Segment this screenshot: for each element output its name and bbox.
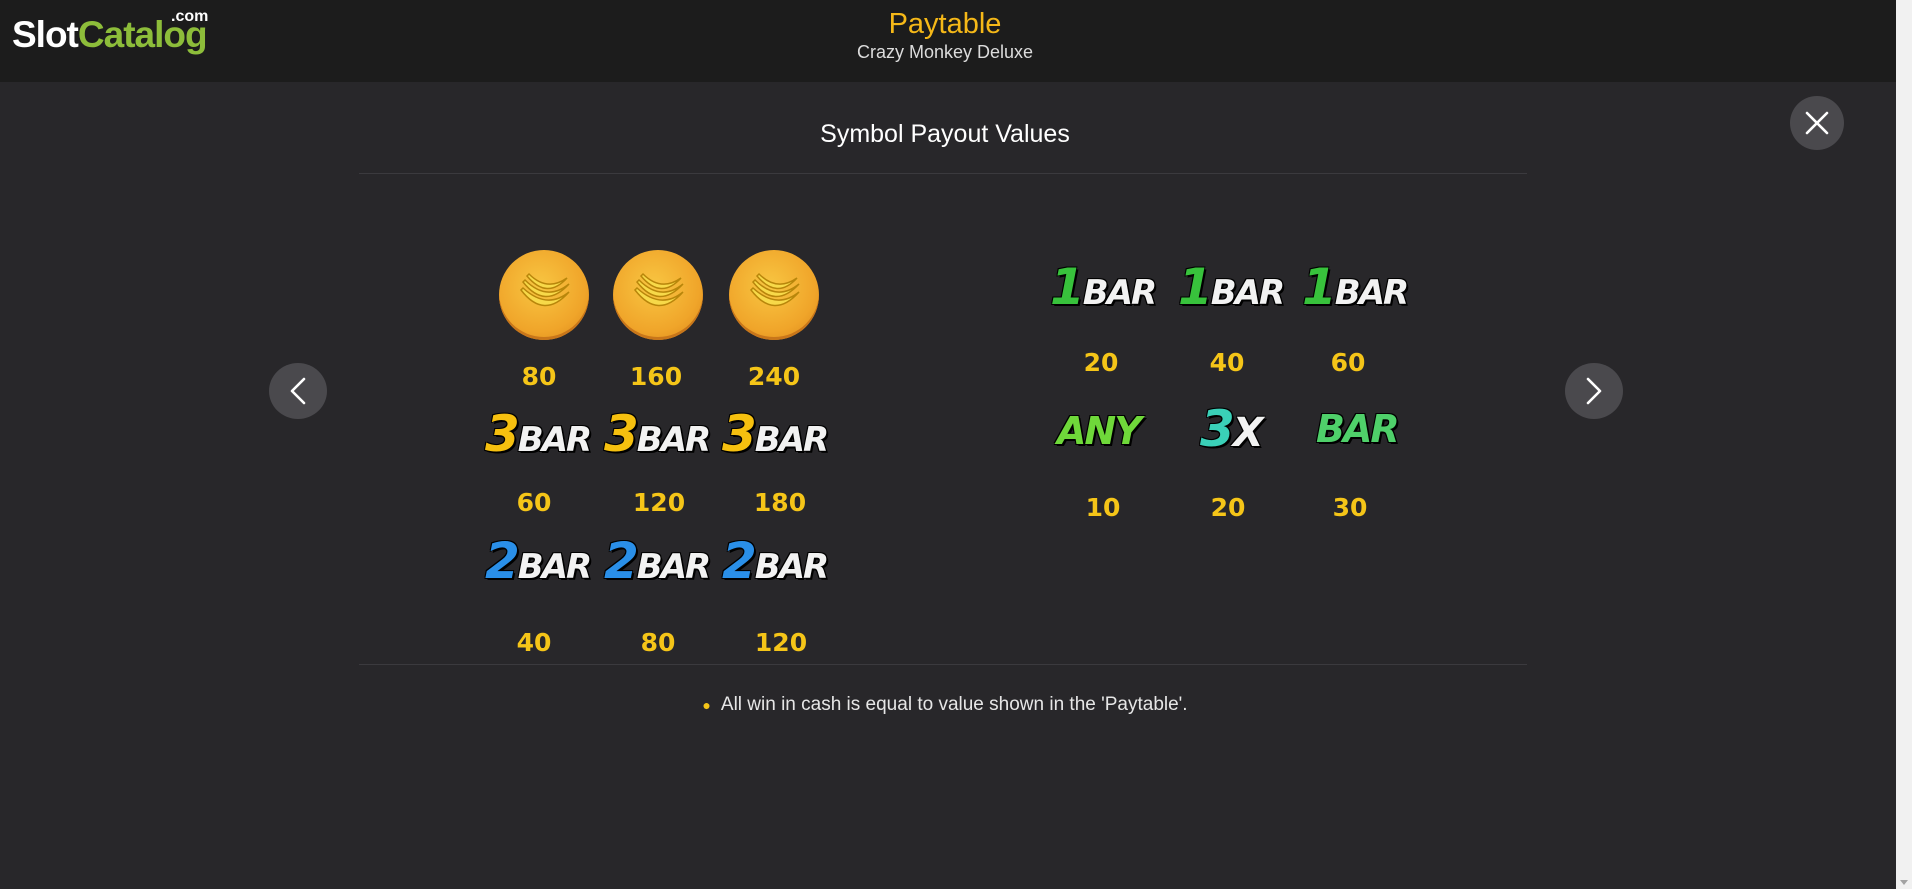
two-bar-symbol: 2BAR bbox=[604, 532, 711, 590]
paytable-note: ● All win in cash is equal to value shown… bbox=[0, 694, 1890, 716]
divider-bottom bbox=[359, 664, 1527, 665]
payout-value: 20 bbox=[1083, 348, 1119, 377]
one-bar-symbol: 1BAR bbox=[1178, 258, 1285, 316]
two-bar-symbol: 2BAR bbox=[722, 532, 829, 590]
three-bar-symbol: 3BAR bbox=[722, 405, 829, 463]
three-bar-symbol: 3BAR bbox=[604, 405, 711, 463]
banana-coin-icon bbox=[499, 250, 589, 340]
payout-value: 180 bbox=[753, 488, 807, 517]
three-bar-symbol: 3BAR bbox=[485, 405, 592, 463]
payout-value: 60 bbox=[516, 488, 552, 517]
bullet-icon: ● bbox=[702, 697, 711, 713]
payout-value: 10 bbox=[1085, 493, 1121, 522]
banana-coin-icon bbox=[613, 250, 703, 340]
payout-value: 30 bbox=[1332, 493, 1368, 522]
one-bar-symbol: 1BAR bbox=[1050, 258, 1157, 316]
payout-value: 80 bbox=[521, 362, 557, 391]
three-x-symbol: 3X bbox=[1200, 400, 1264, 458]
any-bar-combo-symbol: BAR bbox=[1316, 407, 1400, 451]
payout-value: 160 bbox=[629, 362, 683, 391]
prev-page-button[interactable] bbox=[269, 363, 327, 419]
payout-value: 240 bbox=[747, 362, 801, 391]
payout-value: 40 bbox=[516, 628, 552, 657]
section-title: Symbol Payout Values bbox=[820, 120, 1070, 148]
payout-value: 80 bbox=[640, 628, 676, 657]
one-bar-symbol: 1BAR bbox=[1302, 258, 1409, 316]
any-bar-symbol: ANY bbox=[1057, 409, 1142, 453]
note-text: All win in cash is equal to value shown … bbox=[720, 694, 1188, 715]
page-title: Paytable bbox=[888, 8, 1002, 40]
top-bar: .com SlotCatalog Paytable Crazy Monkey D… bbox=[0, 0, 1896, 82]
chevron-right-icon bbox=[1586, 377, 1602, 405]
next-page-button[interactable] bbox=[1565, 363, 1623, 419]
two-bar-symbol: 2BAR bbox=[485, 532, 592, 590]
payout-value: 40 bbox=[1209, 348, 1245, 377]
payout-value: 120 bbox=[754, 628, 808, 657]
payout-value: 120 bbox=[632, 488, 686, 517]
payout-value: 60 bbox=[1330, 348, 1366, 377]
chevron-left-icon bbox=[290, 377, 306, 405]
banana-coin-icon bbox=[729, 250, 819, 340]
divider-top bbox=[359, 173, 1527, 174]
game-subtitle: Crazy Monkey Deluxe bbox=[856, 42, 1034, 62]
scrollbar[interactable] bbox=[1896, 0, 1912, 889]
payout-value: 20 bbox=[1210, 493, 1246, 522]
scroll-down-icon[interactable] bbox=[1900, 880, 1908, 885]
